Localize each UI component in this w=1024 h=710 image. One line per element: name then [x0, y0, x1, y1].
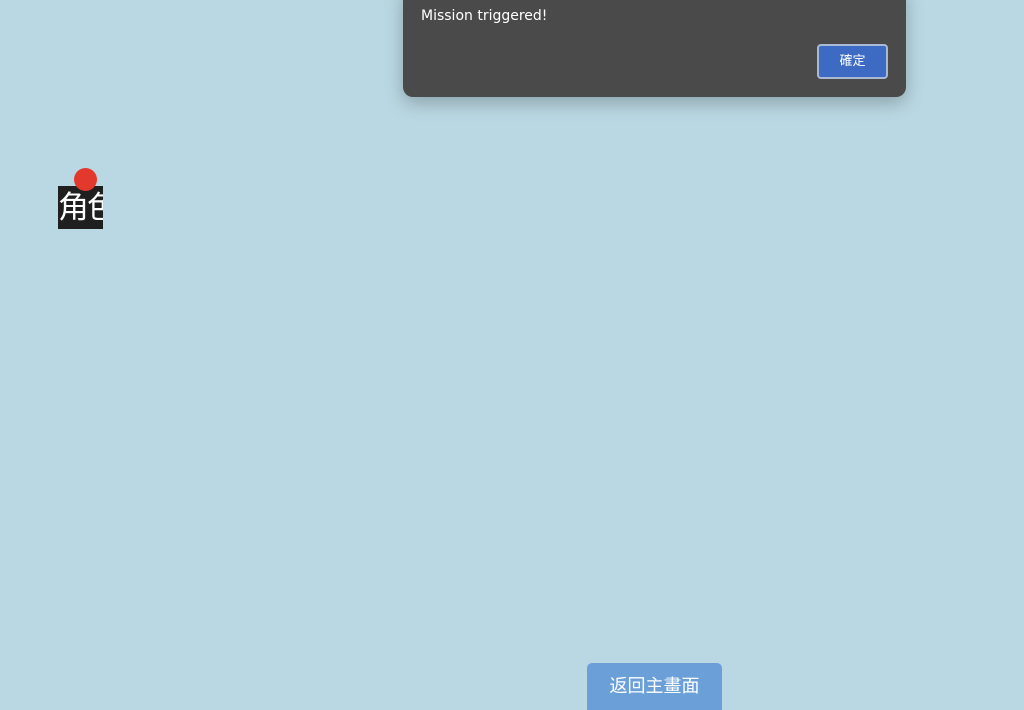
- character-sprite[interactable]: 角色: [58, 186, 103, 229]
- game-stage: Mission triggered! 確定 角色 返回主畫面: [0, 0, 1024, 710]
- character-label: 角色: [58, 190, 103, 226]
- ok-button[interactable]: 確定: [817, 44, 888, 79]
- character-marker-dot: [74, 168, 97, 191]
- alert-message: Mission triggered!: [421, 8, 548, 24]
- alert-dialog: Mission triggered! 確定: [403, 0, 906, 97]
- return-home-button[interactable]: 返回主畫面: [587, 663, 722, 710]
